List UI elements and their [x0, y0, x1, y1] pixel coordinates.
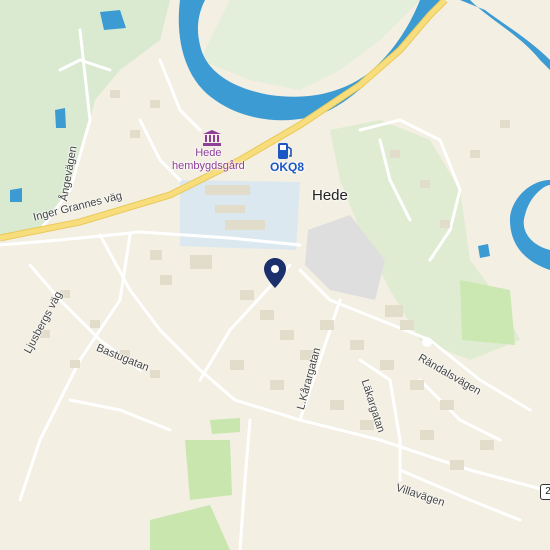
- museum-label: Hede hembygdsgård: [172, 147, 245, 172]
- fuel-station-icon[interactable]: [277, 142, 293, 160]
- fuel-station-label: OKQ8: [270, 160, 305, 174]
- roundabout-dot: [422, 337, 432, 347]
- lake: [10, 188, 22, 202]
- museum-icon[interactable]: [203, 130, 221, 146]
- location-pin-icon[interactable]: [264, 258, 286, 288]
- lake: [55, 108, 66, 128]
- map-canvas[interactable]: Hede hembygdsgård OKQ8 Hede Inger Granne…: [0, 0, 550, 550]
- town-label: Hede: [312, 187, 348, 204]
- field-area: [185, 440, 232, 500]
- lake: [478, 244, 490, 258]
- field-area: [210, 418, 240, 434]
- field-area: [460, 280, 515, 345]
- road-shield: 2: [540, 484, 550, 500]
